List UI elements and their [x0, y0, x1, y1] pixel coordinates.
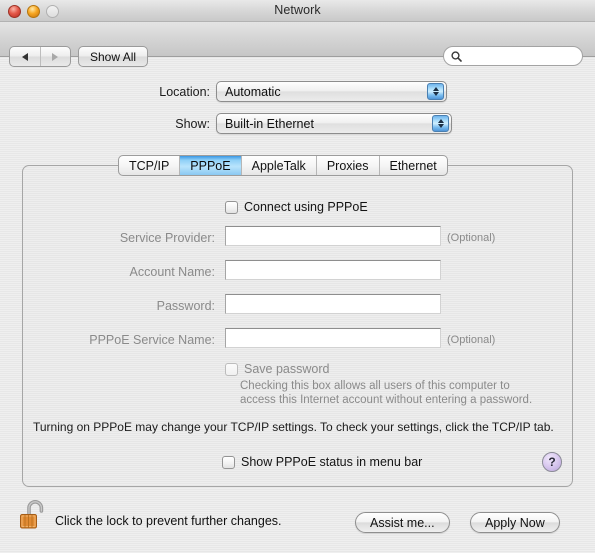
assist-me-button[interactable]: Assist me... [355, 512, 450, 533]
location-label: Location: [159, 85, 210, 99]
pppoe-service-name-label: PPPoE Service Name: [89, 333, 215, 347]
pppoe-service-name-field[interactable] [225, 328, 441, 348]
save-password-checkbox[interactable]: Save password [225, 362, 329, 376]
lock-button[interactable] [18, 498, 48, 532]
show-pppoe-status-checkbox[interactable]: Show PPPoE status in menu bar [222, 455, 422, 469]
lock-instruction-text: Click the lock to prevent further change… [55, 514, 282, 528]
checkbox-box [222, 455, 235, 469]
forward-button [41, 47, 71, 66]
location-popup-button[interactable]: Automatic [216, 81, 447, 102]
unlocked-padlock-icon [20, 500, 44, 529]
chevron-updown-icon [427, 83, 444, 100]
search-input[interactable] [462, 50, 577, 62]
show-pppoe-status-label: Show PPPoE status in menu bar [241, 455, 423, 469]
connect-using-pppoe-label: Connect using PPPoE [244, 200, 368, 214]
service-provider-label: Service Provider: [119, 231, 215, 245]
search-field[interactable] [443, 46, 583, 66]
show-popup-button[interactable]: Built-in Ethernet [216, 113, 452, 134]
tab-appletalk[interactable]: AppleTalk [242, 156, 317, 175]
connect-using-pppoe-checkbox[interactable]: Connect using PPPoE [225, 200, 368, 214]
help-button[interactable]: ? [542, 452, 562, 472]
tab-proxies[interactable]: Proxies [317, 156, 380, 175]
password-field[interactable] [225, 294, 441, 314]
search-icon [451, 50, 462, 62]
pppoe-service-name-optional-note: (Optional) [447, 334, 496, 346]
pppoe-notice-text: Turning on PPPoE may change your TCP/IP … [33, 420, 554, 434]
show-all-button[interactable]: Show All [78, 46, 149, 67]
window-title: Network [274, 3, 321, 17]
window-title-bar: Network [0, 0, 595, 22]
service-provider-field[interactable] [225, 226, 441, 246]
save-password-help-line-2: access this Internet account without ent… [240, 394, 533, 406]
save-password-label: Save password [244, 362, 330, 376]
password-label: Password: [156, 299, 215, 313]
window-toolbar: Show All [0, 22, 595, 67]
navigation-segmented-control[interactable] [9, 46, 71, 67]
pppoe-service-name-input[interactable] [226, 329, 440, 347]
apply-now-button[interactable]: Apply Now [470, 512, 560, 533]
show-popup-value: Built-in Ethernet [225, 116, 314, 131]
service-provider-input[interactable] [226, 227, 440, 245]
show-label: Show: [175, 117, 210, 131]
password-input[interactable] [226, 295, 440, 313]
chevron-updown-icon [432, 115, 449, 132]
back-button[interactable] [10, 47, 41, 66]
account-name-field[interactable] [225, 260, 441, 280]
save-password-help-line-1: Checking this box allows all users of th… [240, 380, 510, 392]
forward-arrow-icon [52, 52, 59, 61]
account-name-label: Account Name: [129, 265, 215, 279]
network-tab-bar: TCP/IP PPPoE AppleTalk Proxies Ethernet [118, 155, 448, 176]
checkbox-box [225, 362, 238, 376]
back-arrow-icon [21, 52, 28, 61]
account-name-input[interactable] [226, 261, 440, 279]
tab-pppoe[interactable]: PPPoE [180, 156, 242, 175]
tab-ethernet[interactable]: Ethernet [380, 156, 447, 175]
service-provider-optional-note: (Optional) [447, 232, 496, 244]
network-preferences-window: Network Show All Location: Automatic Sho… [0, 0, 595, 553]
location-popup-value: Automatic [225, 84, 281, 99]
checkbox-box [225, 200, 238, 214]
tab-tcp-ip[interactable]: TCP/IP [119, 156, 181, 175]
